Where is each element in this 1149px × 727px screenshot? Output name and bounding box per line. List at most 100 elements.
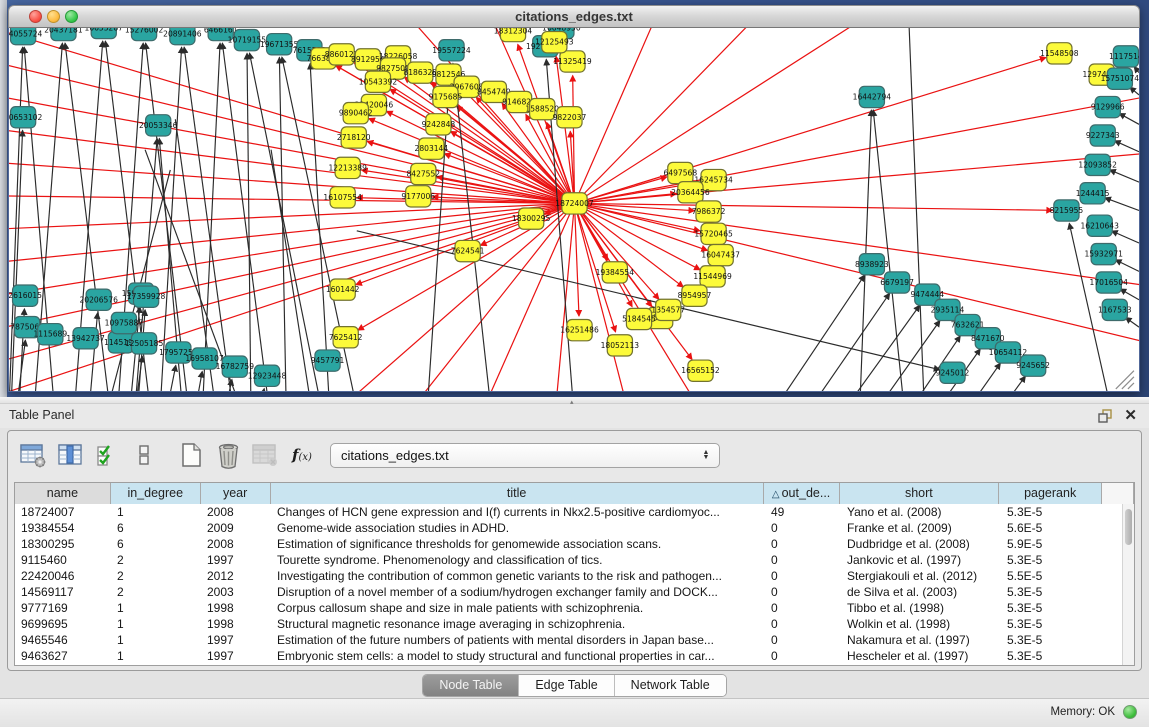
- select-all-rows-button[interactable]: [92, 439, 122, 471]
- network-graph[interactable]: 1872400714055724204371811065328715276002…: [9, 28, 1139, 391]
- tab-edge-table[interactable]: Edge Table: [518, 675, 613, 696]
- table-cell[interactable]: 0: [765, 632, 841, 648]
- table-cell[interactable]: 2009: [201, 520, 271, 536]
- memory-status-indicator[interactable]: [1123, 705, 1137, 719]
- column-header[interactable]: in_degree: [111, 483, 201, 504]
- table-cell[interactable]: Tibbo et al. (1998): [841, 600, 1001, 616]
- tab-network-table[interactable]: Network Table: [614, 675, 726, 696]
- column-header[interactable]: title: [271, 483, 764, 504]
- column-visibility-button[interactable]: [55, 439, 85, 471]
- table-row[interactable]: 977716911998Corpus callosum shape and si…: [15, 600, 1134, 616]
- tab-node-table[interactable]: Node Table: [423, 675, 518, 696]
- delete-column-button[interactable]: [213, 439, 243, 471]
- create-column-button[interactable]: [176, 439, 206, 471]
- table-cell[interactable]: 0: [765, 648, 841, 664]
- table-row[interactable]: 946554611997Estimation of the future num…: [15, 632, 1134, 648]
- table-cell[interactable]: 2008: [201, 504, 271, 520]
- table-cell[interactable]: Changes of HCN gene expression and I(f) …: [271, 504, 765, 520]
- table-cell[interactable]: Structural magnetic resonance image aver…: [271, 616, 765, 632]
- table-cell[interactable]: Disruption of a novel member of a sodium…: [271, 584, 765, 600]
- table-cell[interactable]: Tourette syndrome. Phenomenology and cla…: [271, 552, 765, 568]
- table-row[interactable]: 969969511998Structural magnetic resonanc…: [15, 616, 1134, 632]
- table-cell[interactable]: Hescheler et al. (1997): [841, 648, 1001, 664]
- table-cell[interactable]: 1: [111, 504, 201, 520]
- table-cell[interactable]: 0: [765, 584, 841, 600]
- column-header[interactable]: [1102, 483, 1134, 504]
- table-cell[interactable]: 5.3E-5: [1001, 584, 1104, 600]
- minimize-traffic-light-icon[interactable]: [47, 10, 60, 23]
- table-cell[interactable]: 19384554: [15, 520, 111, 536]
- table-cell[interactable]: Dudbridge et al. (2008): [841, 536, 1001, 552]
- scrollbar-thumb[interactable]: [1125, 509, 1132, 545]
- column-header[interactable]: △out_de...: [764, 483, 840, 504]
- table-cell[interactable]: 6: [111, 520, 201, 536]
- table-cell[interactable]: 18300295: [15, 536, 111, 552]
- table-cell[interactable]: 6: [111, 536, 201, 552]
- table-cell[interactable]: 1997: [201, 552, 271, 568]
- close-traffic-light-icon[interactable]: [29, 10, 42, 23]
- table-cell[interactable]: 9777169: [15, 600, 111, 616]
- table-options-button[interactable]: [18, 439, 48, 471]
- table-cell[interactable]: 9465546: [15, 632, 111, 648]
- table-cell[interactable]: Jankovic et al. (1997): [841, 552, 1001, 568]
- column-header[interactable]: short: [840, 483, 1000, 504]
- column-header[interactable]: pagerank: [999, 483, 1102, 504]
- table-cell[interactable]: 9699695: [15, 616, 111, 632]
- close-panel-icon[interactable]: ✕: [1124, 406, 1137, 424]
- panel-splitter[interactable]: ▴: [0, 397, 1149, 404]
- table-cell[interactable]: Genome-wide association studies in ADHD.: [271, 520, 765, 536]
- table-row[interactable]: 2242004622012Investigating the contribut…: [15, 568, 1134, 584]
- zoom-traffic-light-icon[interactable]: [65, 10, 78, 23]
- table-cell[interactable]: 2: [111, 552, 201, 568]
- column-header[interactable]: name: [15, 483, 111, 504]
- table-row[interactable]: 1872400712008Changes of HCN gene express…: [15, 504, 1134, 520]
- table-cell[interactable]: 5.6E-5: [1001, 520, 1104, 536]
- column-header[interactable]: year: [201, 483, 271, 504]
- table-cell[interactable]: 5.9E-5: [1001, 536, 1104, 552]
- table-cell[interactable]: 9115460: [15, 552, 111, 568]
- table-cell[interactable]: 2012: [201, 568, 271, 584]
- table-cell[interactable]: 2: [111, 568, 201, 584]
- table-cell[interactable]: 0: [765, 568, 841, 584]
- table-cell[interactable]: 5.3E-5: [1001, 600, 1104, 616]
- table-cell[interactable]: 5.5E-5: [1001, 568, 1104, 584]
- table-row[interactable]: 1456911722003Disruption of a novel membe…: [15, 584, 1134, 600]
- table-cell[interactable]: 1: [111, 600, 201, 616]
- network-canvas[interactable]: 1872400714055724204371811065328715276002…: [8, 28, 1140, 392]
- table-cell[interactable]: 0: [765, 520, 841, 536]
- table-row[interactable]: 946362711997Embryonic stem cells: a mode…: [15, 648, 1134, 664]
- network-window[interactable]: citations_edges.txt 18724007140557242043…: [8, 5, 1140, 392]
- table-selector-dropdown[interactable]: citations_edges.txt ▲▼: [330, 443, 720, 468]
- table-cell[interactable]: Estimation of significance thresholds fo…: [271, 536, 765, 552]
- network-window-titlebar[interactable]: citations_edges.txt: [8, 5, 1140, 28]
- table-cell[interactable]: 5.3E-5: [1001, 616, 1104, 632]
- table-cell[interactable]: 9463627: [15, 648, 111, 664]
- table-cell[interactable]: 2008: [201, 536, 271, 552]
- table-cell[interactable]: 1: [111, 616, 201, 632]
- delete-table-button[interactable]: [250, 439, 280, 471]
- table-cell[interactable]: 22420046: [15, 568, 111, 584]
- table-row[interactable]: 911546021997Tourette syndrome. Phenomeno…: [15, 552, 1134, 568]
- function-builder-button[interactable]: f(x): [287, 439, 317, 471]
- table-cell[interactable]: 0: [765, 552, 841, 568]
- table-cell[interactable]: 0: [765, 536, 841, 552]
- table-row[interactable]: 1830029562008Estimation of significance …: [15, 536, 1134, 552]
- table-cell[interactable]: Nakamura et al. (1997): [841, 632, 1001, 648]
- table-row[interactable]: 1938455462009Genome-wide association stu…: [15, 520, 1134, 536]
- table-cell[interactable]: 1997: [201, 632, 271, 648]
- table-cell[interactable]: Estimation of the future numbers of pati…: [271, 632, 765, 648]
- table-cell[interactable]: Investigating the contribution of common…: [271, 568, 765, 584]
- float-window-icon[interactable]: [1097, 408, 1113, 424]
- table-scrollbar[interactable]: [1122, 504, 1134, 665]
- table-cell[interactable]: 0: [765, 600, 841, 616]
- table-cell[interactable]: Yano et al. (2008): [841, 504, 1001, 520]
- table-cell[interactable]: 2: [111, 584, 201, 600]
- table-cell[interactable]: 1998: [201, 600, 271, 616]
- table-cell[interactable]: 5.3E-5: [1001, 504, 1104, 520]
- table-cell[interactable]: 1: [111, 648, 201, 664]
- table-cell[interactable]: 1998: [201, 616, 271, 632]
- table-cell[interactable]: Embryonic stem cells: a model to study s…: [271, 648, 765, 664]
- table-cell[interactable]: Wolkin et al. (1998): [841, 616, 1001, 632]
- table-cell[interactable]: 49: [765, 504, 841, 520]
- table-cell[interactable]: de Silva et al. (2003): [841, 584, 1001, 600]
